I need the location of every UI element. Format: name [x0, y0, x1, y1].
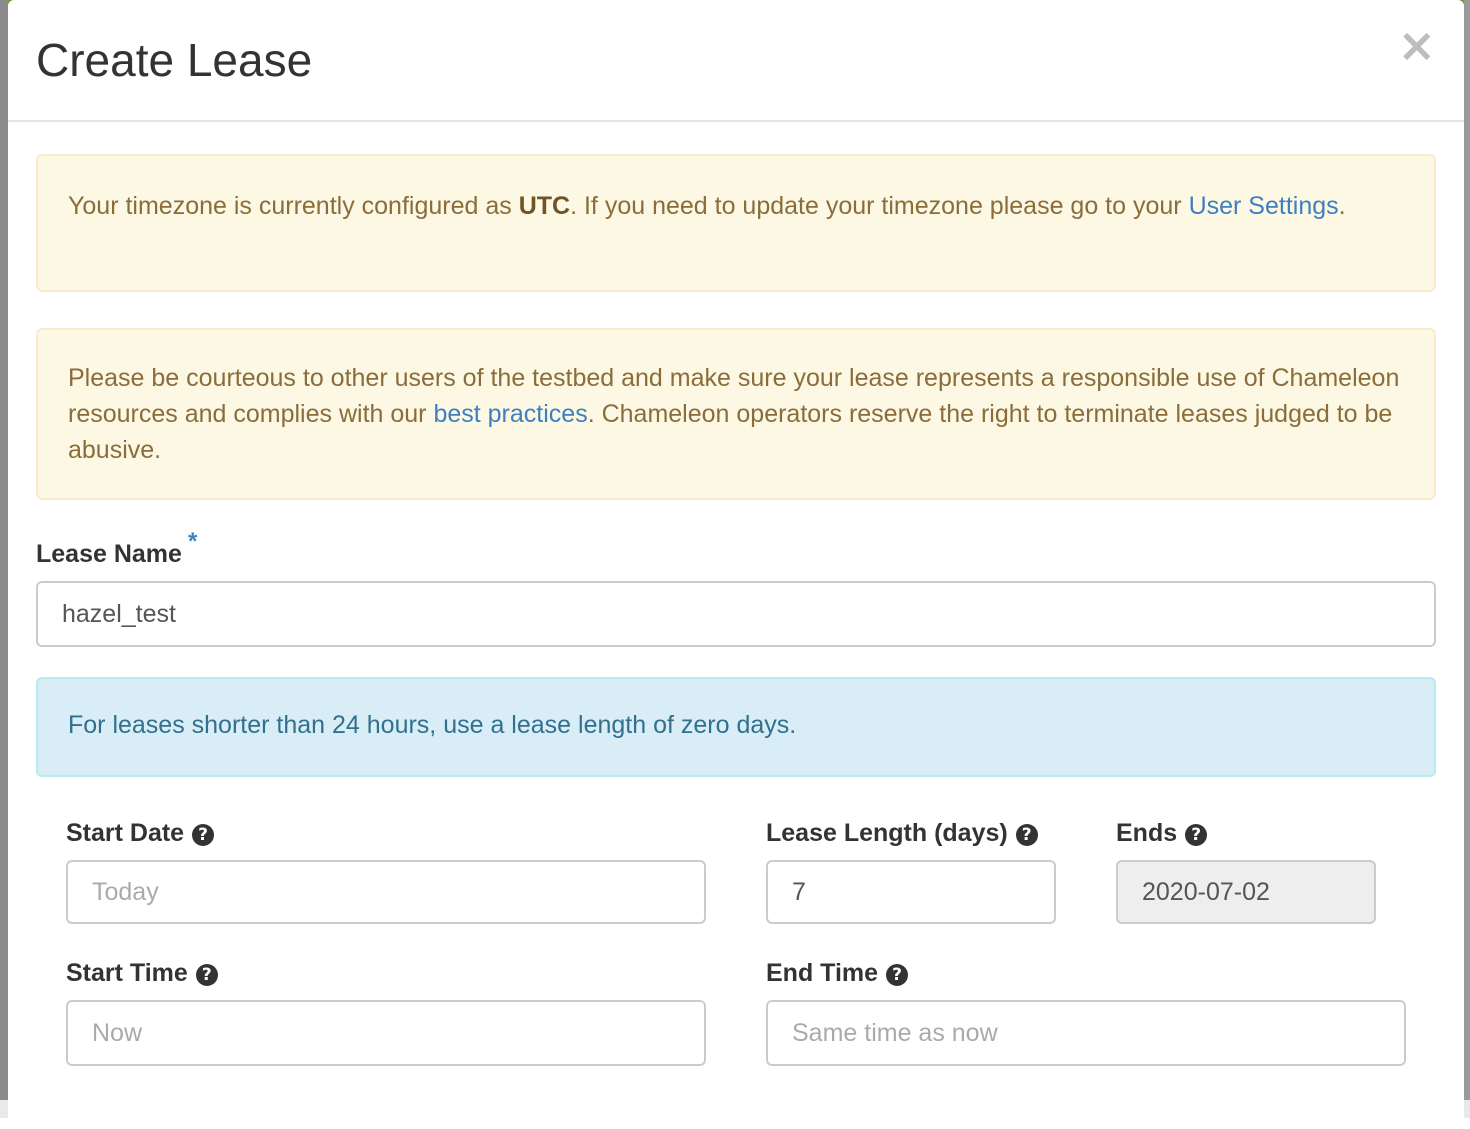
modal-header: Create Lease ×	[8, 0, 1464, 122]
question-circle-icon[interactable]: ?	[1015, 824, 1038, 846]
end-time-input[interactable]	[766, 1000, 1406, 1066]
ends-label: Ends?	[1116, 819, 1208, 848]
page-backdrop-right	[1464, 0, 1470, 1118]
start-time-label: Start Time?	[66, 959, 218, 988]
lease-name-label-text: Lease Name	[36, 540, 182, 568]
question-circle-icon[interactable]: ?	[1185, 824, 1208, 846]
lease-length-label: Lease Length (days)?	[766, 819, 1038, 848]
start-time-input[interactable]	[66, 1000, 706, 1066]
question-circle-icon[interactable]: ?	[886, 964, 909, 986]
timezone-alert-text-suffix: .	[1338, 192, 1346, 220]
create-lease-modal: Create Lease × Your timezone is currentl…	[8, 0, 1464, 1118]
start-date-label-text: Start Date	[66, 819, 185, 847]
courtesy-alert: Please be courteous to other users of th…	[36, 328, 1436, 500]
lease-name-input[interactable]	[36, 581, 1436, 647]
start-date-label: Start Date?	[66, 819, 215, 848]
timezone-alert-text-prefix: Your timezone is currently configured as	[68, 192, 519, 220]
short-lease-info-alert: For leases shorter than 24 hours, use a …	[36, 677, 1436, 777]
modal-title: Create Lease	[36, 34, 313, 86]
required-asterisk: *	[187, 528, 198, 555]
lease-name-group: Lease Name *	[36, 528, 1436, 647]
modal-body: Your timezone is currently configured as…	[36, 154, 1436, 1129]
ends-input	[1116, 860, 1376, 924]
lease-timing-grid: Start Date? Lease Length (days)? Ends? S…	[36, 819, 1436, 1129]
close-icon[interactable]: ×	[1397, 22, 1436, 68]
start-time-group: Start Time?	[66, 959, 706, 1066]
timezone-value: UTC	[518, 192, 571, 220]
lease-length-label-text: Lease Length (days)	[766, 819, 1008, 847]
start-date-group: Start Date?	[66, 819, 706, 924]
timezone-alert-text-middle: . If you need to update your timezone pl…	[570, 192, 1189, 220]
lease-length-input[interactable]	[766, 860, 1056, 924]
best-practices-link[interactable]: best practices	[433, 400, 587, 428]
end-time-label: End Time?	[766, 959, 909, 988]
page-backdrop-left	[0, 0, 8, 1118]
question-circle-icon[interactable]: ?	[192, 824, 215, 846]
start-date-input[interactable]	[66, 860, 706, 924]
lease-length-group: Lease Length (days)?	[766, 819, 1056, 924]
lease-name-label: Lease Name *	[36, 528, 197, 569]
question-circle-icon[interactable]: ?	[195, 964, 218, 986]
ends-group: Ends?	[1116, 819, 1376, 924]
end-time-label-text: End Time	[766, 959, 879, 987]
timezone-alert: Your timezone is currently configured as…	[36, 154, 1436, 292]
end-time-group: End Time?	[766, 959, 1406, 1066]
ends-label-text: Ends	[1116, 819, 1178, 847]
user-settings-link[interactable]: User Settings	[1189, 192, 1339, 220]
start-time-label-text: Start Time	[66, 959, 188, 987]
short-lease-info-text: For leases shorter than 24 hours, use a …	[68, 711, 797, 739]
